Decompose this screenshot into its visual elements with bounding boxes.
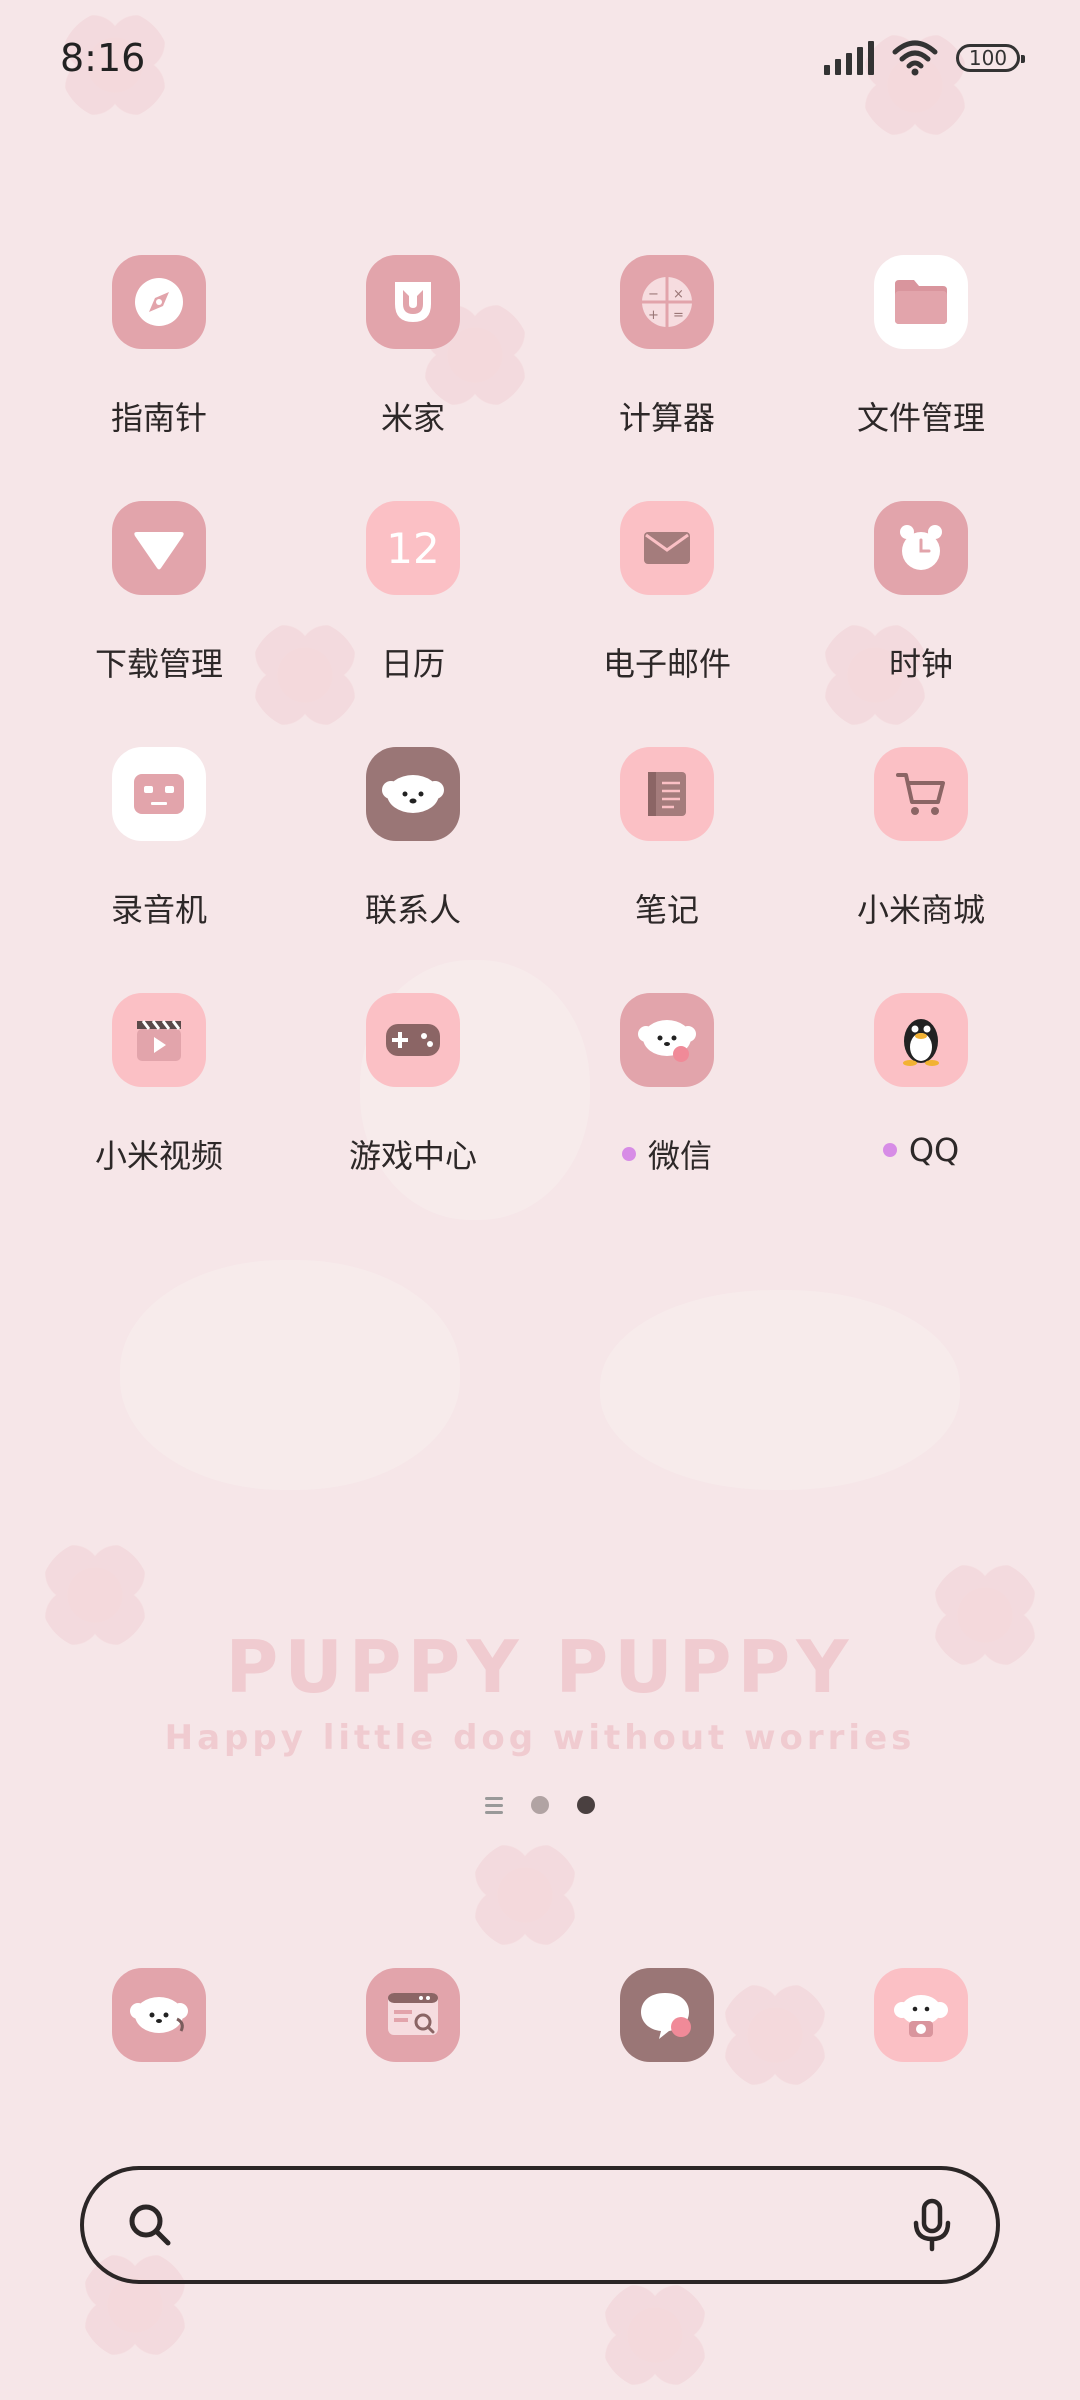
app-label: 下载管理 [94, 645, 223, 683]
wifi-icon [892, 40, 938, 75]
gamepad-icon [366, 993, 460, 1087]
search-icon[interactable] [124, 2199, 176, 2251]
clock-icon [874, 501, 968, 595]
video-icon [112, 993, 206, 1087]
page-dot-2-active [577, 1796, 595, 1814]
phone-puppy-icon [112, 1968, 206, 2062]
app-label: 电子邮件 [602, 645, 731, 683]
svg-text:+: + [648, 308, 659, 323]
page-indicator[interactable] [0, 1796, 1080, 1814]
app-label: 指南针 [110, 399, 207, 437]
app-grid: 指南针 米家 − × + = 计算器 文件管理 下载管理 12 日历 电子邮件 … [0, 255, 1080, 1177]
notification-dot [882, 1143, 897, 1157]
svg-text:−: − [648, 287, 659, 302]
mail-icon [620, 501, 714, 595]
calendar-icon: 12 [366, 501, 460, 595]
app-label: 米家 [380, 399, 445, 437]
dock-browser[interactable] [286, 1968, 540, 2062]
app-download-manager[interactable]: 下载管理 [32, 501, 286, 685]
status-time: 8:16 [60, 35, 146, 80]
page-dot-1 [531, 1796, 549, 1814]
app-label: 计算器 [618, 399, 715, 437]
camera-puppy-icon [874, 1968, 968, 2062]
app-mi-store[interactable]: 小米商城 [794, 747, 1048, 931]
app-game-center[interactable]: 游戏中心 [286, 993, 540, 1177]
svg-text:×: × [673, 287, 684, 302]
app-wechat[interactable]: 微信 [540, 993, 794, 1177]
app-label: 文件管理 [856, 399, 985, 437]
wallpaper-subtitle: Happy little dog without worries [164, 1718, 916, 1758]
calendar-date: 12 [386, 523, 440, 573]
battery-icon: 100 [956, 43, 1025, 72]
mijia-icon [366, 255, 460, 349]
app-label: 微信 [647, 1137, 712, 1175]
app-file-manager[interactable]: 文件管理 [794, 255, 1048, 439]
app-qq[interactable]: QQ [794, 993, 1048, 1177]
messages-icon [620, 1968, 714, 2062]
app-label: 小米商城 [856, 891, 985, 929]
recorder-icon [112, 747, 206, 841]
calculator-icon: − × + = [620, 255, 714, 349]
svg-text:=: = [673, 308, 684, 323]
cart-icon [874, 747, 968, 841]
app-compass[interactable]: 指南针 [32, 255, 286, 439]
compass-icon [112, 255, 206, 349]
folder-icon [874, 255, 968, 349]
microphone-icon[interactable] [908, 2197, 956, 2253]
browser-icon [366, 1968, 460, 2062]
app-drawer-lines-icon [485, 1796, 503, 1814]
battery-level: 100 [968, 45, 1008, 70]
app-notes[interactable]: 笔记 [540, 747, 794, 931]
app-mijia[interactable]: 米家 [286, 255, 540, 439]
app-label: 录音机 [110, 891, 207, 929]
app-label: 时钟 [888, 645, 953, 683]
app-label: QQ [908, 1131, 960, 1169]
app-mi-video[interactable]: 小米视频 [32, 993, 286, 1177]
notes-icon [620, 747, 714, 841]
dock-camera[interactable] [794, 1968, 1048, 2062]
app-label: 联系人 [364, 891, 461, 929]
app-label: 日历 [380, 645, 445, 683]
notification-dot [621, 1147, 636, 1161]
app-calculator[interactable]: − × + = 计算器 [540, 255, 794, 439]
app-recorder[interactable]: 录音机 [32, 747, 286, 931]
search-bar[interactable] [80, 2166, 1000, 2284]
app-clock[interactable]: 时钟 [794, 501, 1048, 685]
wechat-icon [620, 993, 714, 1087]
app-calendar[interactable]: 12 日历 [286, 501, 540, 685]
wallpaper-title: PUPPY PUPPY [225, 1625, 855, 1709]
dock [0, 1968, 1080, 2062]
dock-phone[interactable] [32, 1968, 286, 2062]
app-email[interactable]: 电子邮件 [540, 501, 794, 685]
contacts-icon [366, 747, 460, 841]
status-bar: 8:16 100 [0, 0, 1080, 115]
qq-penguin-icon [874, 993, 968, 1087]
download-icon [112, 501, 206, 595]
app-label: 小米视频 [94, 1137, 223, 1175]
app-contacts[interactable]: 联系人 [286, 747, 540, 931]
cellular-signal-icon [824, 40, 874, 75]
app-label: 游戏中心 [348, 1137, 477, 1175]
app-label: 笔记 [634, 891, 699, 929]
dock-messages[interactable] [540, 1968, 794, 2062]
